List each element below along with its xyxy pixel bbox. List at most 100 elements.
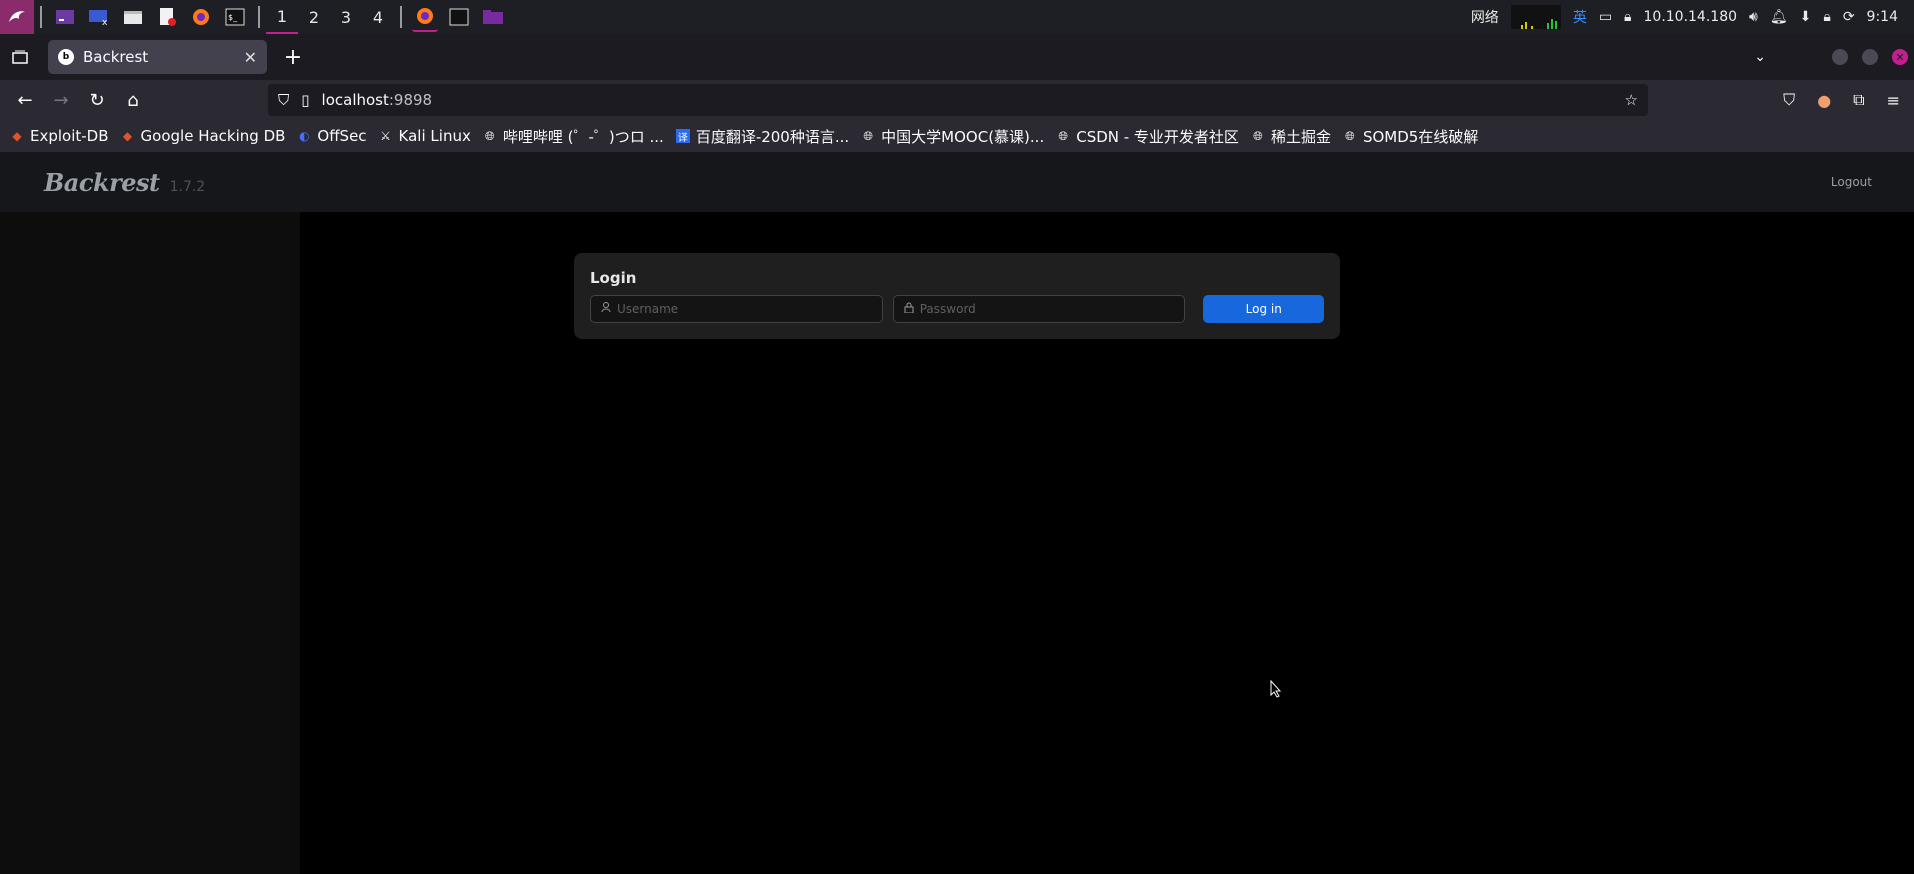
mouse-cursor-icon bbox=[1270, 680, 1282, 698]
bookmark-mooc[interactable]: 🌐︎ 中国大学MOOC(慕课)... bbox=[861, 126, 1044, 147]
browser-tabstrip: b Backrest ✕ + ⌄ ✕ bbox=[0, 34, 1914, 80]
bookmark-label: 稀土掘金 bbox=[1270, 127, 1331, 146]
bookmark-label: OffSec bbox=[317, 127, 367, 145]
bookmarks-toolbar: ◆ Exploit-DB ◆ Google Hacking DB ◐ OffSec ⚔… bbox=[0, 120, 1914, 152]
os-taskbar: x $_ 1 2 3 4 网络 英 ▭ 🔒︎ 10.10.14.180 🔊︎ 🔔… bbox=[0, 0, 1914, 34]
bookmark-label: 哔哩哔哩 (゜-゜)つロ ... bbox=[502, 127, 664, 146]
pocket-icon[interactable]: ⛉ bbox=[1783, 90, 1795, 110]
firefox-launcher-icon[interactable] bbox=[188, 6, 214, 28]
globe-icon: 🌐︎ bbox=[863, 128, 873, 143]
bookmark-bilibili[interactable]: 🌐︎ 哔哩哔哩 (゜-゜)つロ ... bbox=[483, 126, 664, 147]
svg-text:$_: $_ bbox=[228, 13, 238, 22]
folder-window-icon[interactable] bbox=[480, 6, 506, 28]
extension-avatar-icon[interactable]: ● bbox=[1817, 91, 1831, 110]
bookmark-baidu-translate[interactable]: 译百度翻译-200种语言... bbox=[675, 126, 849, 147]
user-icon bbox=[601, 302, 611, 316]
bookmark-label: 中国大学MOOC(慕课)... bbox=[881, 127, 1045, 146]
terminal-icon[interactable]: $_ bbox=[222, 6, 248, 28]
lock-screen-icon[interactable]: 🔒︎ bbox=[1823, 9, 1830, 25]
bookmark-juejin[interactable]: 🌐︎ 稀土掘金 bbox=[1251, 126, 1331, 147]
file-manager-icon[interactable] bbox=[120, 6, 146, 28]
new-tab-button[interactable]: + bbox=[273, 40, 313, 74]
workspace-1[interactable]: 1 bbox=[266, 0, 298, 34]
notification-bell-icon[interactable]: 🔔︎ bbox=[1770, 9, 1788, 25]
bookmark-offsec[interactable]: ◐ OffSec bbox=[297, 127, 366, 145]
username-input[interactable] bbox=[617, 302, 872, 316]
clock: 9:14 bbox=[1866, 9, 1898, 25]
username-field[interactable] bbox=[590, 295, 883, 323]
bookmark-label: Kali Linux bbox=[398, 127, 471, 145]
tab-title: Backrest bbox=[83, 48, 149, 66]
reload-icon[interactable]: ↻ bbox=[80, 83, 114, 117]
bookmark-label: CSDN - 专业开发者社区 bbox=[1076, 127, 1239, 146]
ime-indicator[interactable]: 英 bbox=[1573, 7, 1587, 27]
close-tab-icon[interactable]: ✕ bbox=[244, 48, 257, 67]
maximize-window-button[interactable] bbox=[1862, 49, 1878, 65]
volume-icon[interactable]: 🔊︎ bbox=[1749, 9, 1758, 25]
display-icon[interactable]: ▭ bbox=[1599, 9, 1612, 25]
forward-arrow-icon[interactable]: → bbox=[44, 83, 78, 117]
text-editor-icon[interactable] bbox=[154, 6, 180, 28]
ghdb-icon: ◆ bbox=[122, 129, 133, 143]
password-field[interactable] bbox=[892, 295, 1186, 323]
download-icon[interactable]: ⬇ bbox=[1800, 9, 1812, 25]
kali-menu-icon[interactable] bbox=[0, 0, 34, 34]
taskbar-separator bbox=[258, 6, 260, 28]
back-arrow-icon[interactable]: ← bbox=[8, 83, 42, 117]
tab-backrest[interactable]: b Backrest ✕ bbox=[48, 40, 267, 74]
login-card: Login Log in bbox=[574, 253, 1340, 339]
hamburger-menu-icon[interactable]: ≡ bbox=[1887, 91, 1900, 110]
screen-tool-icon[interactable]: x bbox=[86, 6, 112, 28]
close-window-button[interactable]: ✕ bbox=[1892, 49, 1908, 65]
url-bar[interactable]: ⛉ ▯ localhost:9898 ☆ bbox=[268, 84, 1648, 116]
password-input[interactable] bbox=[919, 302, 1175, 316]
svg-text:x: x bbox=[102, 18, 108, 26]
home-icon[interactable]: ⌂ bbox=[116, 83, 150, 117]
workspace-4[interactable]: 4 bbox=[362, 0, 394, 34]
tracking-protection-shield-icon[interactable]: ⛉ bbox=[278, 91, 289, 109]
bookmark-label: SOMD5在线破解 bbox=[1362, 127, 1479, 146]
terminal-launcher-icon[interactable] bbox=[52, 6, 78, 28]
login-button[interactable]: Log in bbox=[1203, 295, 1325, 323]
bookmark-label: Exploit-DB bbox=[30, 127, 109, 145]
bookmark-kali[interactable]: ⚔ Kali Linux bbox=[379, 127, 471, 145]
app-version: 1.7.2 bbox=[169, 178, 206, 195]
bookmark-somd5[interactable]: 🌐︎ SOMD5在线破解 bbox=[1343, 126, 1478, 147]
ip-address: 10.10.14.180 bbox=[1643, 9, 1738, 25]
logout-link[interactable]: Logout bbox=[1831, 175, 1872, 189]
extensions-puzzle-icon[interactable]: ⧉ bbox=[1853, 90, 1864, 110]
chevron-down-icon[interactable]: ⌄ bbox=[1754, 49, 1766, 65]
bookmark-csdn[interactable]: 🌐︎ CSDN - 专业开发者社区 bbox=[1056, 126, 1239, 147]
taskbar-separator bbox=[40, 6, 42, 28]
tab-overview-icon[interactable] bbox=[0, 34, 40, 80]
kali-icon: ⚔ bbox=[380, 129, 391, 143]
network-activity-graph bbox=[1510, 5, 1561, 29]
bookmark-ghdb[interactable]: ◆ Google Hacking DB bbox=[121, 127, 286, 145]
firefox-window-icon[interactable] bbox=[412, 2, 438, 32]
network-label[interactable]: 网络 bbox=[1471, 7, 1499, 27]
baidu-translate-icon: 译 bbox=[675, 129, 690, 144]
url-host: localhost bbox=[321, 91, 389, 109]
taskbar-separator bbox=[400, 6, 402, 28]
minimize-window-button[interactable] bbox=[1832, 49, 1848, 65]
workspace-3[interactable]: 3 bbox=[330, 0, 362, 34]
workspace-2[interactable]: 2 bbox=[298, 0, 330, 34]
globe-icon: 🌐︎ bbox=[1058, 128, 1069, 143]
bookmark-exploit-db[interactable]: ◆ Exploit-DB bbox=[10, 127, 109, 145]
backrest-logo: Backrest bbox=[44, 167, 160, 197]
bookmark-star-icon[interactable]: ☆ bbox=[1625, 91, 1638, 109]
brand[interactable]: Backrest 1.7.2 bbox=[44, 168, 205, 197]
url-port: :9898 bbox=[388, 91, 433, 109]
backrest-favicon-icon: b bbox=[58, 49, 74, 65]
login-title: Login bbox=[590, 269, 637, 287]
globe-icon: 🌐︎ bbox=[485, 128, 495, 143]
vpn-lock-icon[interactable]: 🔒︎ bbox=[1624, 9, 1631, 25]
browser-navbar: ← → ↻ ⌂ ⛉ ▯ localhost:9898 ☆ ⛉ ● ⧉ ≡ bbox=[0, 80, 1914, 120]
app-sidebar bbox=[0, 212, 300, 874]
exploit-db-icon: ◆ bbox=[12, 129, 22, 143]
terminal-window-icon[interactable] bbox=[446, 6, 472, 28]
app-header: Backrest 1.7.2 Logout bbox=[0, 152, 1914, 212]
refresh-icon[interactable]: ⟳ bbox=[1843, 9, 1855, 25]
globe-icon: 🌐︎ bbox=[1345, 128, 1355, 143]
page-info-icon[interactable]: ▯ bbox=[301, 91, 309, 109]
